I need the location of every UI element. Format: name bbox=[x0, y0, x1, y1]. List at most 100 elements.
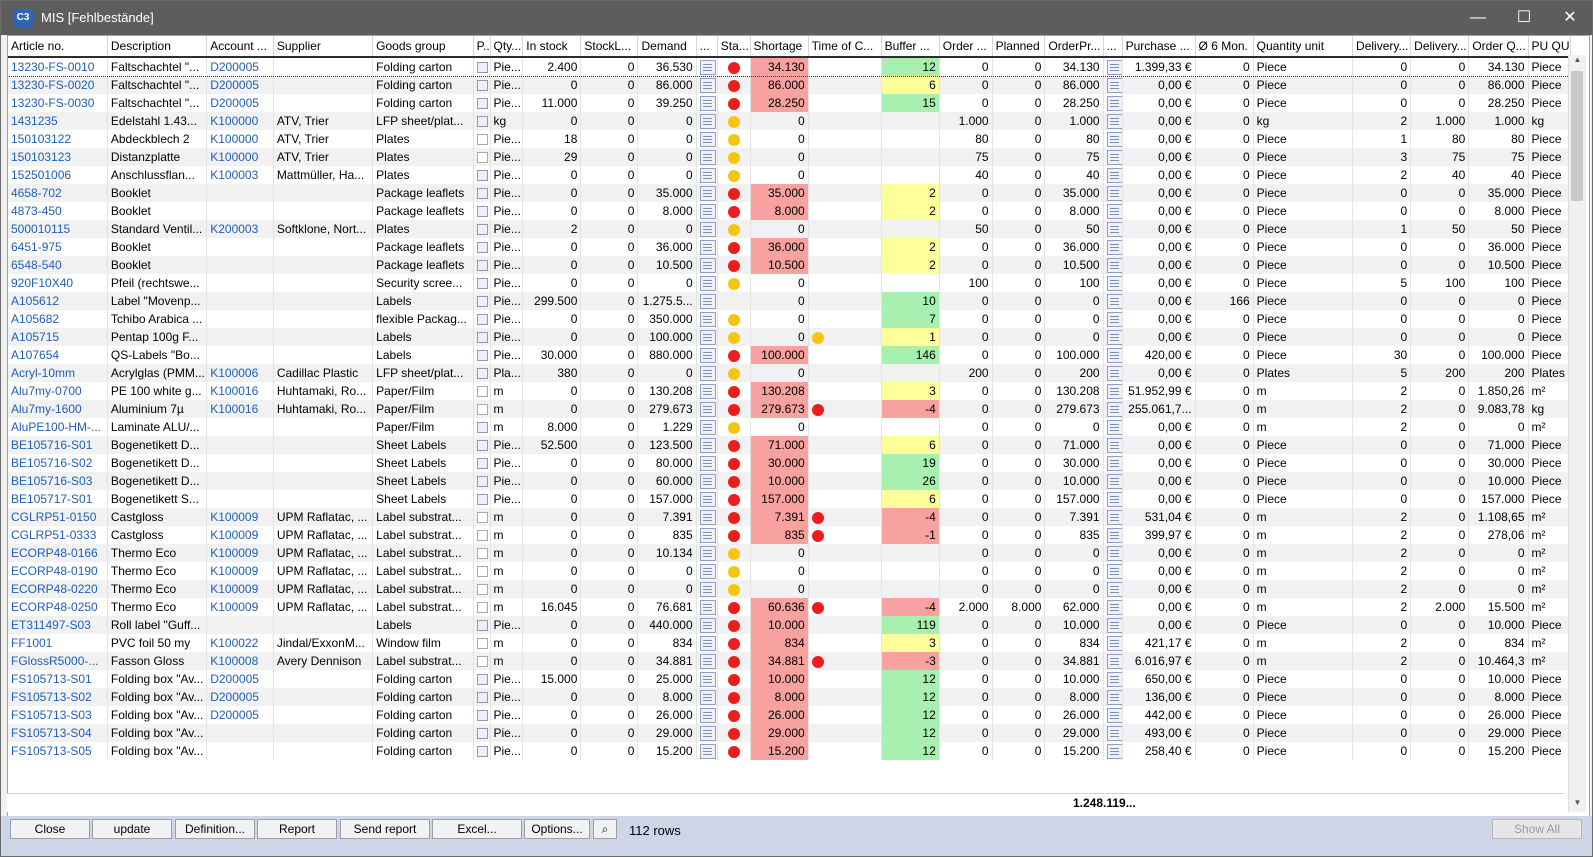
table-row[interactable]: 1431235 Edelstahl 1.43... K100000 ATV, Trie… bbox=[8, 112, 1571, 130]
grid-icon[interactable] bbox=[1106, 149, 1122, 165]
row-checkbox[interactable] bbox=[476, 134, 488, 146]
article-no-link[interactable]: ET311497-S03 bbox=[8, 616, 108, 634]
demand-detail-cell[interactable] bbox=[696, 706, 718, 724]
demand-detail-cell[interactable] bbox=[696, 112, 718, 130]
calendar-icon[interactable] bbox=[699, 527, 716, 543]
row-checkbox[interactable] bbox=[476, 458, 488, 470]
account-link[interactable]: K200003 bbox=[206, 220, 274, 238]
row-checkbox[interactable] bbox=[476, 242, 488, 254]
order-detail-cell[interactable] bbox=[1103, 382, 1123, 400]
column-header[interactable]: Demand bbox=[637, 36, 697, 58]
column-header[interactable]: Supplier bbox=[273, 36, 374, 58]
account-link[interactable]: D200005 bbox=[206, 94, 274, 112]
table-row[interactable]: ET311497-S03 Roll label "Guff... Labels Pie… bbox=[8, 616, 1571, 634]
scroll-thumb[interactable] bbox=[1571, 71, 1583, 201]
demand-detail-cell[interactable] bbox=[696, 472, 718, 490]
row-checkbox[interactable] bbox=[476, 476, 488, 488]
p-checkbox-cell[interactable] bbox=[473, 454, 491, 472]
order-detail-cell[interactable] bbox=[1103, 454, 1123, 472]
account-link[interactable]: K100009 bbox=[206, 598, 274, 616]
article-no-link[interactable]: ECORP48-0250 bbox=[8, 598, 108, 616]
p-checkbox-cell[interactable] bbox=[473, 598, 491, 616]
demand-detail-cell[interactable] bbox=[696, 202, 718, 220]
account-link[interactable] bbox=[206, 184, 274, 202]
p-checkbox-cell[interactable] bbox=[473, 688, 491, 706]
row-checkbox[interactable] bbox=[476, 548, 488, 560]
calendar-icon[interactable] bbox=[699, 455, 716, 471]
grid-icon[interactable] bbox=[1106, 365, 1122, 381]
demand-detail-cell[interactable] bbox=[696, 364, 718, 382]
order-detail-cell[interactable] bbox=[1103, 238, 1123, 256]
p-checkbox-cell[interactable] bbox=[473, 400, 491, 418]
p-checkbox-cell[interactable] bbox=[473, 706, 491, 724]
row-checkbox[interactable] bbox=[476, 692, 488, 704]
article-no-link[interactable]: ECORP48-0190 bbox=[8, 562, 108, 580]
grid-icon[interactable] bbox=[1106, 563, 1122, 579]
row-checkbox[interactable] bbox=[476, 602, 488, 614]
article-no-link[interactable]: 6451-975 bbox=[8, 238, 108, 256]
calendar-icon[interactable] bbox=[699, 221, 716, 237]
account-link[interactable]: K100000 bbox=[206, 112, 274, 130]
calendar-icon[interactable] bbox=[699, 473, 716, 489]
p-checkbox-cell[interactable] bbox=[473, 670, 491, 688]
order-detail-cell[interactable] bbox=[1103, 544, 1123, 562]
table-row[interactable]: A105715 Pentap 100g F... Labels Pie... 0 0 100… bbox=[8, 328, 1571, 346]
grid-icon[interactable] bbox=[1106, 221, 1122, 237]
column-header[interactable]: ... bbox=[1103, 36, 1123, 58]
grid-icon[interactable] bbox=[1106, 257, 1122, 273]
row-checkbox[interactable] bbox=[476, 368, 488, 380]
table-row[interactable]: 150103123 Distanzplatte K100000 ATV, Trier P… bbox=[8, 148, 1571, 166]
account-link[interactable] bbox=[206, 418, 274, 436]
order-detail-cell[interactable] bbox=[1103, 292, 1123, 310]
table-row[interactable]: A107654 QS-Labels "Bo... Labels Pie... 30.00… bbox=[8, 346, 1571, 364]
order-detail-cell[interactable] bbox=[1103, 57, 1123, 76]
order-detail-cell[interactable] bbox=[1103, 688, 1123, 706]
calendar-icon[interactable] bbox=[699, 635, 716, 651]
order-detail-cell[interactable] bbox=[1103, 526, 1123, 544]
table-row[interactable]: 4873-450 Booklet Package leaflets Pie... 0 0 8… bbox=[8, 202, 1571, 220]
calendar-icon[interactable] bbox=[699, 689, 716, 705]
table-row[interactable]: BE105716-S02 Bogenetikett D... Sheet Label… bbox=[8, 454, 1571, 472]
order-detail-cell[interactable] bbox=[1103, 400, 1123, 418]
account-link[interactable]: K100016 bbox=[206, 382, 274, 400]
report-button[interactable]: Report bbox=[257, 819, 337, 839]
column-header[interactable]: Sta... bbox=[717, 36, 751, 58]
grid-icon[interactable] bbox=[1106, 473, 1122, 489]
calendar-icon[interactable] bbox=[699, 131, 716, 147]
article-no-link[interactable]: AluPE100-HM-... bbox=[8, 418, 108, 436]
calendar-icon[interactable] bbox=[699, 275, 716, 291]
demand-detail-cell[interactable] bbox=[696, 274, 718, 292]
grid-icon[interactable] bbox=[1106, 113, 1122, 129]
p-checkbox-cell[interactable] bbox=[473, 94, 491, 112]
demand-detail-cell[interactable] bbox=[696, 688, 718, 706]
minimize-button[interactable]: — bbox=[1455, 1, 1501, 35]
row-checkbox[interactable] bbox=[476, 116, 488, 128]
demand-detail-cell[interactable] bbox=[696, 148, 718, 166]
order-detail-cell[interactable] bbox=[1103, 508, 1123, 526]
send-report-button[interactable]: Send report bbox=[340, 819, 430, 839]
order-detail-cell[interactable] bbox=[1103, 112, 1123, 130]
grid-icon[interactable] bbox=[1106, 653, 1122, 669]
account-link[interactable]: K100000 bbox=[206, 148, 274, 166]
grid-icon[interactable] bbox=[1106, 437, 1122, 453]
account-link[interactable] bbox=[206, 724, 274, 742]
p-checkbox-cell[interactable] bbox=[473, 238, 491, 256]
account-link[interactable]: K100009 bbox=[206, 508, 274, 526]
p-checkbox-cell[interactable] bbox=[473, 184, 491, 202]
calendar-icon[interactable] bbox=[699, 617, 716, 633]
calendar-icon[interactable] bbox=[699, 743, 716, 759]
account-link[interactable]: K100003 bbox=[206, 166, 274, 184]
row-checkbox[interactable] bbox=[476, 152, 488, 164]
demand-detail-cell[interactable] bbox=[696, 166, 718, 184]
row-checkbox[interactable] bbox=[476, 332, 488, 344]
column-header[interactable]: P... bbox=[473, 36, 491, 58]
p-checkbox-cell[interactable] bbox=[473, 472, 491, 490]
column-header[interactable]: Quantity unit bbox=[1253, 36, 1354, 58]
p-checkbox-cell[interactable] bbox=[473, 328, 491, 346]
calendar-icon[interactable] bbox=[699, 113, 716, 129]
vertical-scrollbar[interactable]: ▲ ▼ bbox=[1568, 55, 1586, 812]
account-link[interactable] bbox=[206, 346, 274, 364]
demand-detail-cell[interactable] bbox=[696, 256, 718, 274]
column-header[interactable]: PU QU bbox=[1528, 36, 1571, 58]
article-no-link[interactable]: CGLRP51-0150 bbox=[8, 508, 108, 526]
